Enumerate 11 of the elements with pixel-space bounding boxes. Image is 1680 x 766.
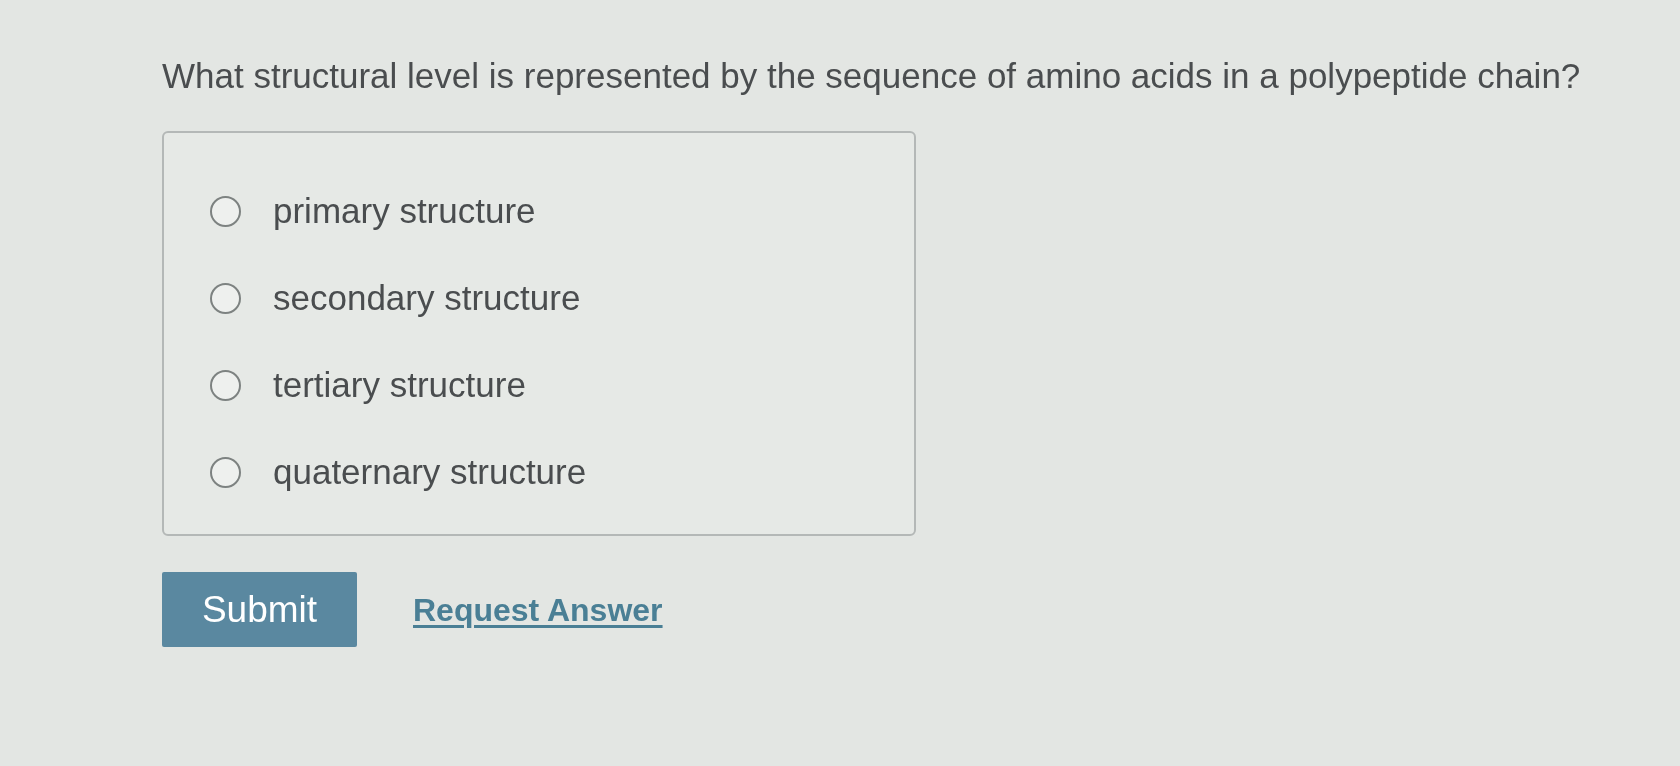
radio-button[interactable] xyxy=(210,369,241,401)
submit-button[interactable]: Submit xyxy=(162,572,357,647)
option-label[interactable]: primary structure xyxy=(273,189,536,233)
radio-button[interactable] xyxy=(210,456,241,488)
request-answer-link[interactable]: Request Answer xyxy=(413,585,663,634)
option-label[interactable]: quaternary structure xyxy=(273,450,587,494)
radio-button[interactable] xyxy=(210,282,241,314)
option-label[interactable]: tertiary structure xyxy=(273,363,526,407)
radio-button[interactable] xyxy=(210,195,241,227)
option-label[interactable]: secondary structure xyxy=(273,276,581,320)
question-text: What structural level is represented by the sequence of amino acids in a polypeptide chain? xyxy=(162,55,1581,97)
